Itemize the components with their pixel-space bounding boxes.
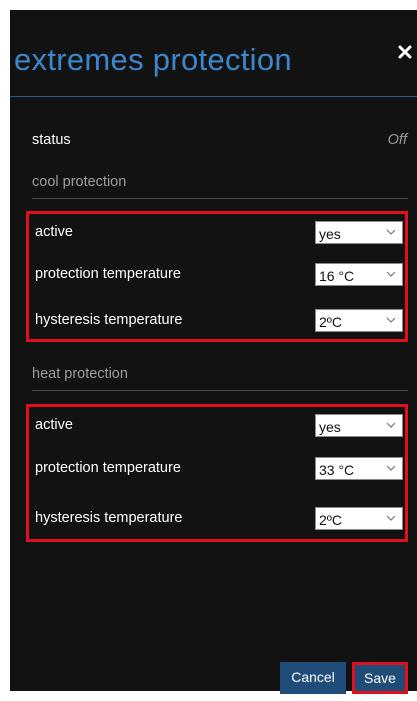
cool-protection-temperature-value: 16 °C	[319, 268, 355, 284]
dialog-header: extremes protection	[10, 10, 417, 97]
cool-hysteresis-temperature-label: hysteresis temperature	[35, 312, 183, 328]
cool-protection-temperature-row: protection temperature 16 °C	[35, 260, 403, 290]
cool-active-label: active	[35, 224, 73, 240]
save-button[interactable]: Save	[352, 662, 408, 694]
heat-protection-temperature-label: protection temperature	[35, 460, 181, 476]
cool-hysteresis-temperature-select[interactable]: 2ºC	[315, 309, 403, 332]
heat-protection-heading: heat protection	[32, 362, 408, 391]
cool-protection-heading: cool protection	[32, 170, 408, 199]
dialog-title: extremes protection	[14, 42, 292, 77]
heat-protection-temperature-value: 33 °C	[319, 462, 355, 478]
extremes-protection-dialog: extremes protection status Off cool prot…	[10, 10, 417, 694]
heat-protection-title: heat protection	[32, 366, 128, 382]
heat-active-row: active yes	[35, 411, 403, 441]
status-value: Off	[387, 132, 407, 148]
heat-active-label: active	[35, 417, 73, 433]
cool-active-select[interactable]: yes	[315, 221, 403, 244]
chevron-down-icon	[386, 317, 396, 324]
status-label: status	[32, 132, 71, 148]
cancel-button[interactable]: Cancel	[280, 662, 346, 694]
chevron-down-icon	[386, 465, 396, 472]
heat-hysteresis-temperature-row: hysteresis temperature 2ºC	[35, 504, 403, 534]
chevron-down-icon	[386, 422, 396, 429]
cool-active-row: active yes	[35, 218, 403, 248]
heat-protection-group: active yes protection temperature 33 °C …	[26, 404, 408, 542]
chevron-down-icon	[386, 271, 396, 278]
heat-hysteresis-temperature-value: 2ºC	[319, 512, 343, 528]
heat-hysteresis-temperature-label: hysteresis temperature	[35, 510, 183, 526]
status-row: status Off	[32, 128, 407, 154]
heat-active-select[interactable]: yes	[315, 414, 403, 437]
cool-protection-group: active yes protection temperature 16 °C …	[26, 211, 408, 342]
cool-hysteresis-temperature-row: hysteresis temperature 2ºC	[35, 306, 403, 336]
chevron-down-icon	[386, 229, 396, 236]
heat-hysteresis-temperature-select[interactable]: 2ºC	[315, 507, 403, 530]
cool-protection-title: cool protection	[32, 174, 127, 190]
cool-protection-temperature-label: protection temperature	[35, 266, 181, 282]
cool-active-value: yes	[319, 226, 341, 242]
chevron-down-icon	[386, 515, 396, 522]
close-icon[interactable]	[397, 44, 413, 60]
heat-active-value: yes	[319, 419, 341, 435]
cool-protection-temperature-select[interactable]: 16 °C	[315, 263, 403, 286]
heat-protection-temperature-row: protection temperature 33 °C	[35, 454, 403, 484]
cool-hysteresis-temperature-value: 2ºC	[319, 314, 343, 330]
heat-protection-temperature-select[interactable]: 33 °C	[315, 457, 403, 480]
